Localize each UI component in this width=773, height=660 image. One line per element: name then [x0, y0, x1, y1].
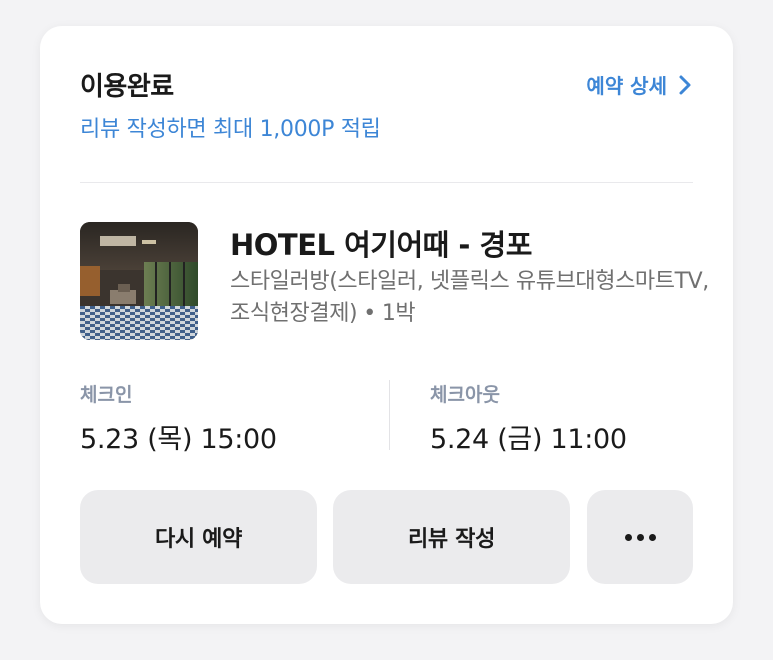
- rebook-button-label: 다시 예약: [154, 527, 243, 552]
- check-out-label: 체크아웃: [430, 384, 500, 406]
- review-reward-text: 리뷰 작성하면 최대 1,000P 적립: [80, 117, 381, 142]
- check-out-value: 5.24 (금) 11:00: [430, 424, 627, 455]
- booking-detail-label: 예약 상세: [586, 74, 667, 98]
- chevron-right-icon: [679, 75, 691, 94]
- write-review-button-label: 리뷰 작성: [407, 527, 496, 552]
- check-out-block: 체크아웃 5.24 (금) 11:00: [430, 380, 627, 456]
- divider: [80, 182, 693, 183]
- check-in-label: 체크인: [80, 384, 133, 406]
- booking-detail-link[interactable]: 예약 상세: [586, 70, 693, 99]
- more-icon: [624, 533, 656, 541]
- more-options-button[interactable]: [587, 490, 693, 584]
- booking-status: 이용완료: [80, 72, 174, 102]
- vertical-divider: [389, 380, 390, 450]
- check-in-block: 체크인 5.23 (목) 15:00: [80, 380, 277, 456]
- hotel-name[interactable]: HOTEL 여기어때 - 경포: [230, 222, 532, 264]
- hotel-lobby-image: [80, 222, 198, 340]
- hotel-thumbnail[interactable]: [80, 222, 198, 340]
- stay-nights: 1박: [381, 301, 416, 326]
- room-description: 스타일러방(스타일러, 넷플릭스 유튜브대형스마트TV,조식현장결제) • 1박: [230, 266, 710, 330]
- booking-card: 이용완료 예약 상세 리뷰 작성하면 최대 1,000P 적립 HOTEL 여기…: [40, 26, 733, 624]
- check-in-value: 5.23 (목) 15:00: [80, 424, 277, 455]
- write-review-button[interactable]: 리뷰 작성: [333, 490, 570, 584]
- dot-separator: •: [363, 301, 376, 326]
- room-type: 스타일러방(스타일러, 넷플릭스 유튜브대형스마트TV,조식현장결제): [230, 269, 709, 326]
- rebook-button[interactable]: 다시 예약: [80, 490, 317, 584]
